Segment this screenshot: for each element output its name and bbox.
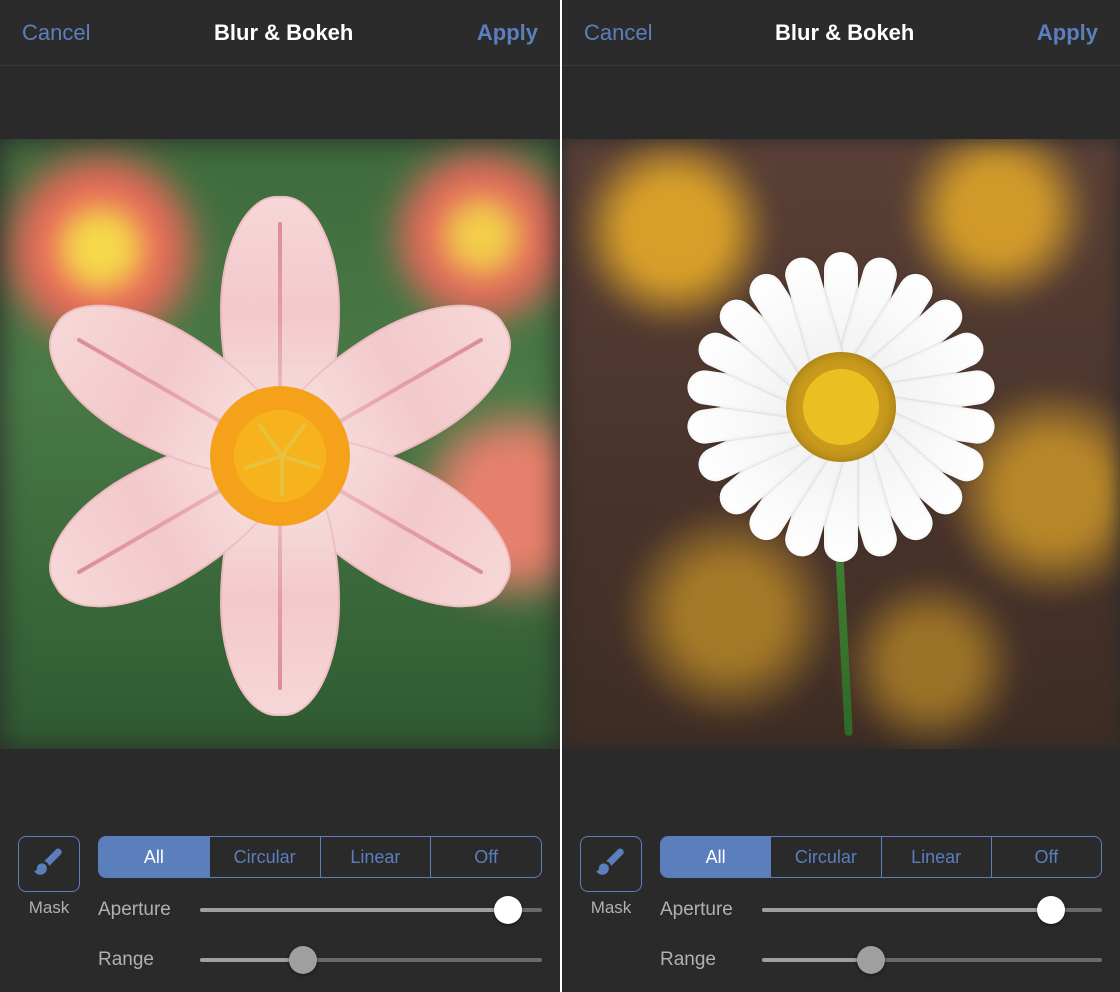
editor-pane-right: Cancel Blur & Bokeh Apply: [560, 0, 1120, 992]
photo-canvas[interactable]: [0, 66, 560, 822]
apply-button[interactable]: Apply: [477, 20, 538, 46]
range-slider[interactable]: [200, 958, 542, 962]
aperture-slider[interactable]: [762, 908, 1102, 912]
range-label: Range: [660, 949, 746, 971]
aperture-label: Aperture: [660, 899, 746, 921]
mask-button[interactable]: [580, 836, 642, 892]
aperture-label: Aperture: [98, 899, 184, 921]
controls-bar: Mask AllCircularLinearOff Aperture Range: [562, 822, 1120, 992]
mask-button[interactable]: [18, 836, 80, 892]
segment-off[interactable]: Off: [431, 837, 541, 877]
header: Cancel Blur & Bokeh Apply: [562, 0, 1120, 66]
range-slider[interactable]: [762, 958, 1102, 962]
photo-tulip: [0, 139, 560, 749]
mask-label: Mask: [29, 898, 70, 918]
screen-title: Blur & Bokeh: [214, 20, 353, 46]
segment-circular[interactable]: Circular: [210, 837, 321, 877]
mask-label: Mask: [591, 898, 632, 918]
controls-bar: Mask AllCircularLinearOff Aperture Range: [0, 822, 560, 992]
header: Cancel Blur & Bokeh Apply: [0, 0, 560, 66]
segment-linear[interactable]: Linear: [882, 837, 992, 877]
segment-all[interactable]: All: [661, 837, 771, 877]
photo-canvas[interactable]: [562, 66, 1120, 822]
blur-mode-segmented: AllCircularLinearOff: [98, 836, 542, 878]
editor-pane-left: Cancel Blur & Bokeh Apply: [0, 0, 560, 992]
segment-linear[interactable]: Linear: [321, 837, 432, 877]
segment-off[interactable]: Off: [992, 837, 1101, 877]
mask-brush-icon: [594, 845, 628, 884]
cancel-button[interactable]: Cancel: [584, 20, 652, 46]
screen-title: Blur & Bokeh: [775, 20, 914, 46]
cancel-button[interactable]: Cancel: [22, 20, 90, 46]
blur-mode-segmented: AllCircularLinearOff: [660, 836, 1102, 878]
photo-daisy: [562, 139, 1120, 749]
apply-button[interactable]: Apply: [1037, 20, 1098, 46]
segment-all[interactable]: All: [99, 837, 210, 877]
aperture-slider[interactable]: [200, 908, 542, 912]
segment-circular[interactable]: Circular: [771, 837, 881, 877]
range-label: Range: [98, 949, 184, 971]
mask-brush-icon: [32, 845, 66, 884]
